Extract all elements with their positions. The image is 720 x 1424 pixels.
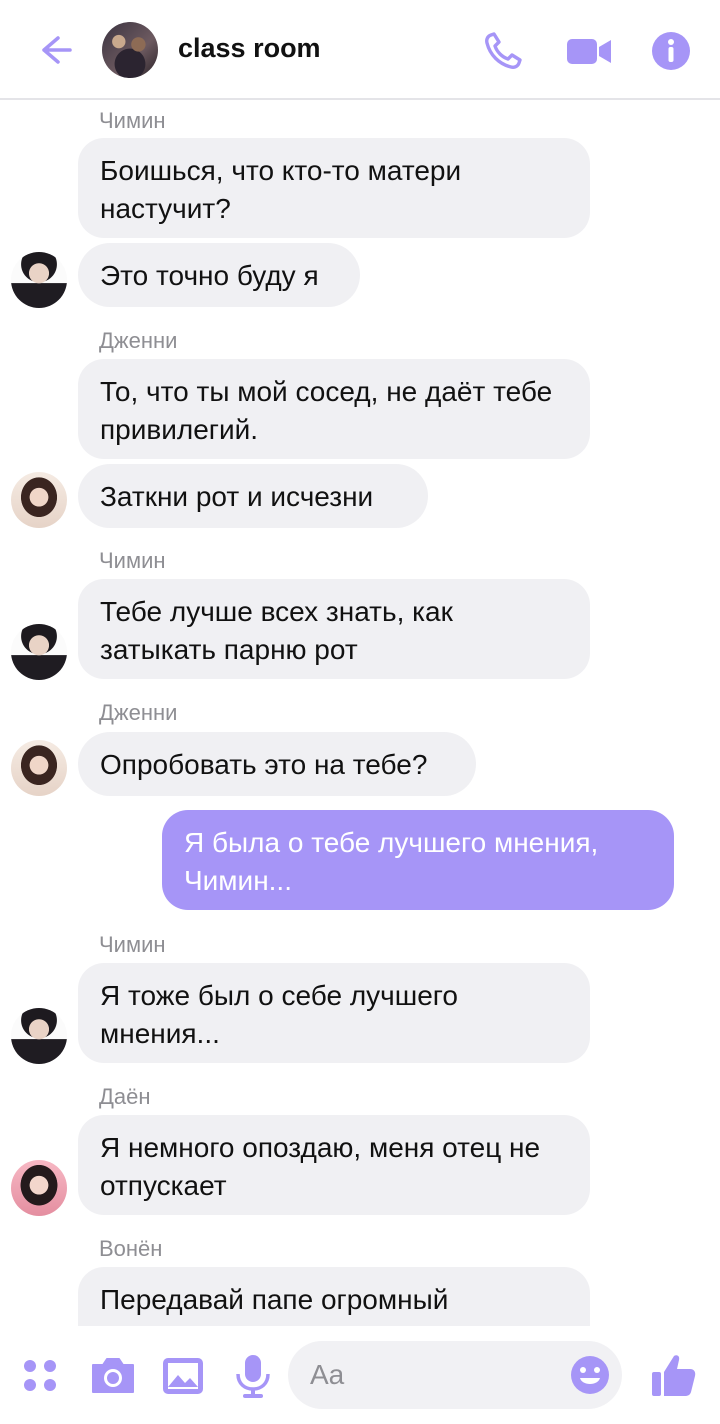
message-list[interactable]: Чимин Боишься, что кто-то матери настучи… xyxy=(0,100,720,1326)
sender-name: Дженни xyxy=(99,328,178,353)
microphone-icon[interactable] xyxy=(228,1350,278,1400)
avatar-chimin[interactable] xyxy=(11,1008,67,1064)
message-bubble[interactable]: Это точно буду я xyxy=(78,243,360,307)
message-bubble[interactable]: Тебе лучше всех знать, как затыкать парн… xyxy=(78,579,590,679)
video-camera-icon[interactable] xyxy=(566,30,612,72)
avatar-jennie[interactable] xyxy=(11,472,67,528)
message-bubble[interactable]: Боишься, что кто-то матери настучит? xyxy=(78,138,590,238)
sender-name: Даён xyxy=(99,1084,151,1109)
avatar-chimin[interactable] xyxy=(11,624,67,680)
sender-name: Вонён xyxy=(99,1236,163,1261)
message-input[interactable]: Aa xyxy=(288,1341,622,1409)
composer-bar: Aa xyxy=(0,1326,720,1424)
avatar-chimin[interactable] xyxy=(11,252,67,308)
message-input-placeholder: Aa xyxy=(310,1359,345,1390)
phone-icon[interactable] xyxy=(482,30,524,72)
info-icon[interactable] xyxy=(650,30,692,72)
message-bubble[interactable]: Передавай папе огромный xyxy=(78,1267,590,1326)
sender-name: Дженни xyxy=(99,700,178,725)
avatar-dayeon[interactable] xyxy=(11,1160,67,1216)
sender-name: Чимин xyxy=(99,108,166,133)
outgoing-message-bubble[interactable]: Я была о тебе лучшего мнения, Чимин... xyxy=(162,810,674,910)
apps-grid-icon[interactable] xyxy=(18,1350,64,1400)
avatar-jennie[interactable] xyxy=(11,740,67,796)
chat-title[interactable]: class room xyxy=(178,33,321,64)
image-icon[interactable] xyxy=(158,1350,208,1400)
message-bubble[interactable]: Я немного опоздаю, меня отец не отпускае… xyxy=(78,1115,590,1215)
sender-name: Чимин xyxy=(99,548,166,573)
thumbs-up-icon[interactable] xyxy=(648,1350,698,1400)
message-bubble[interactable]: Опробовать это на тебе? xyxy=(78,732,476,796)
emoji-icon[interactable] xyxy=(568,1353,612,1397)
message-bubble[interactable]: Заткни рот и исчезни xyxy=(78,464,428,528)
camera-icon[interactable] xyxy=(88,1350,138,1400)
back-arrow-icon[interactable] xyxy=(30,28,74,72)
message-bubble[interactable]: Я тоже был о себе лучшего мнения... xyxy=(78,963,590,1063)
group-avatar[interactable] xyxy=(102,22,158,78)
message-bubble[interactable]: То, что ты мой сосед, не даёт тебе приви… xyxy=(78,359,590,459)
sender-name: Чимин xyxy=(99,932,166,957)
chat-header: class room xyxy=(0,0,720,100)
